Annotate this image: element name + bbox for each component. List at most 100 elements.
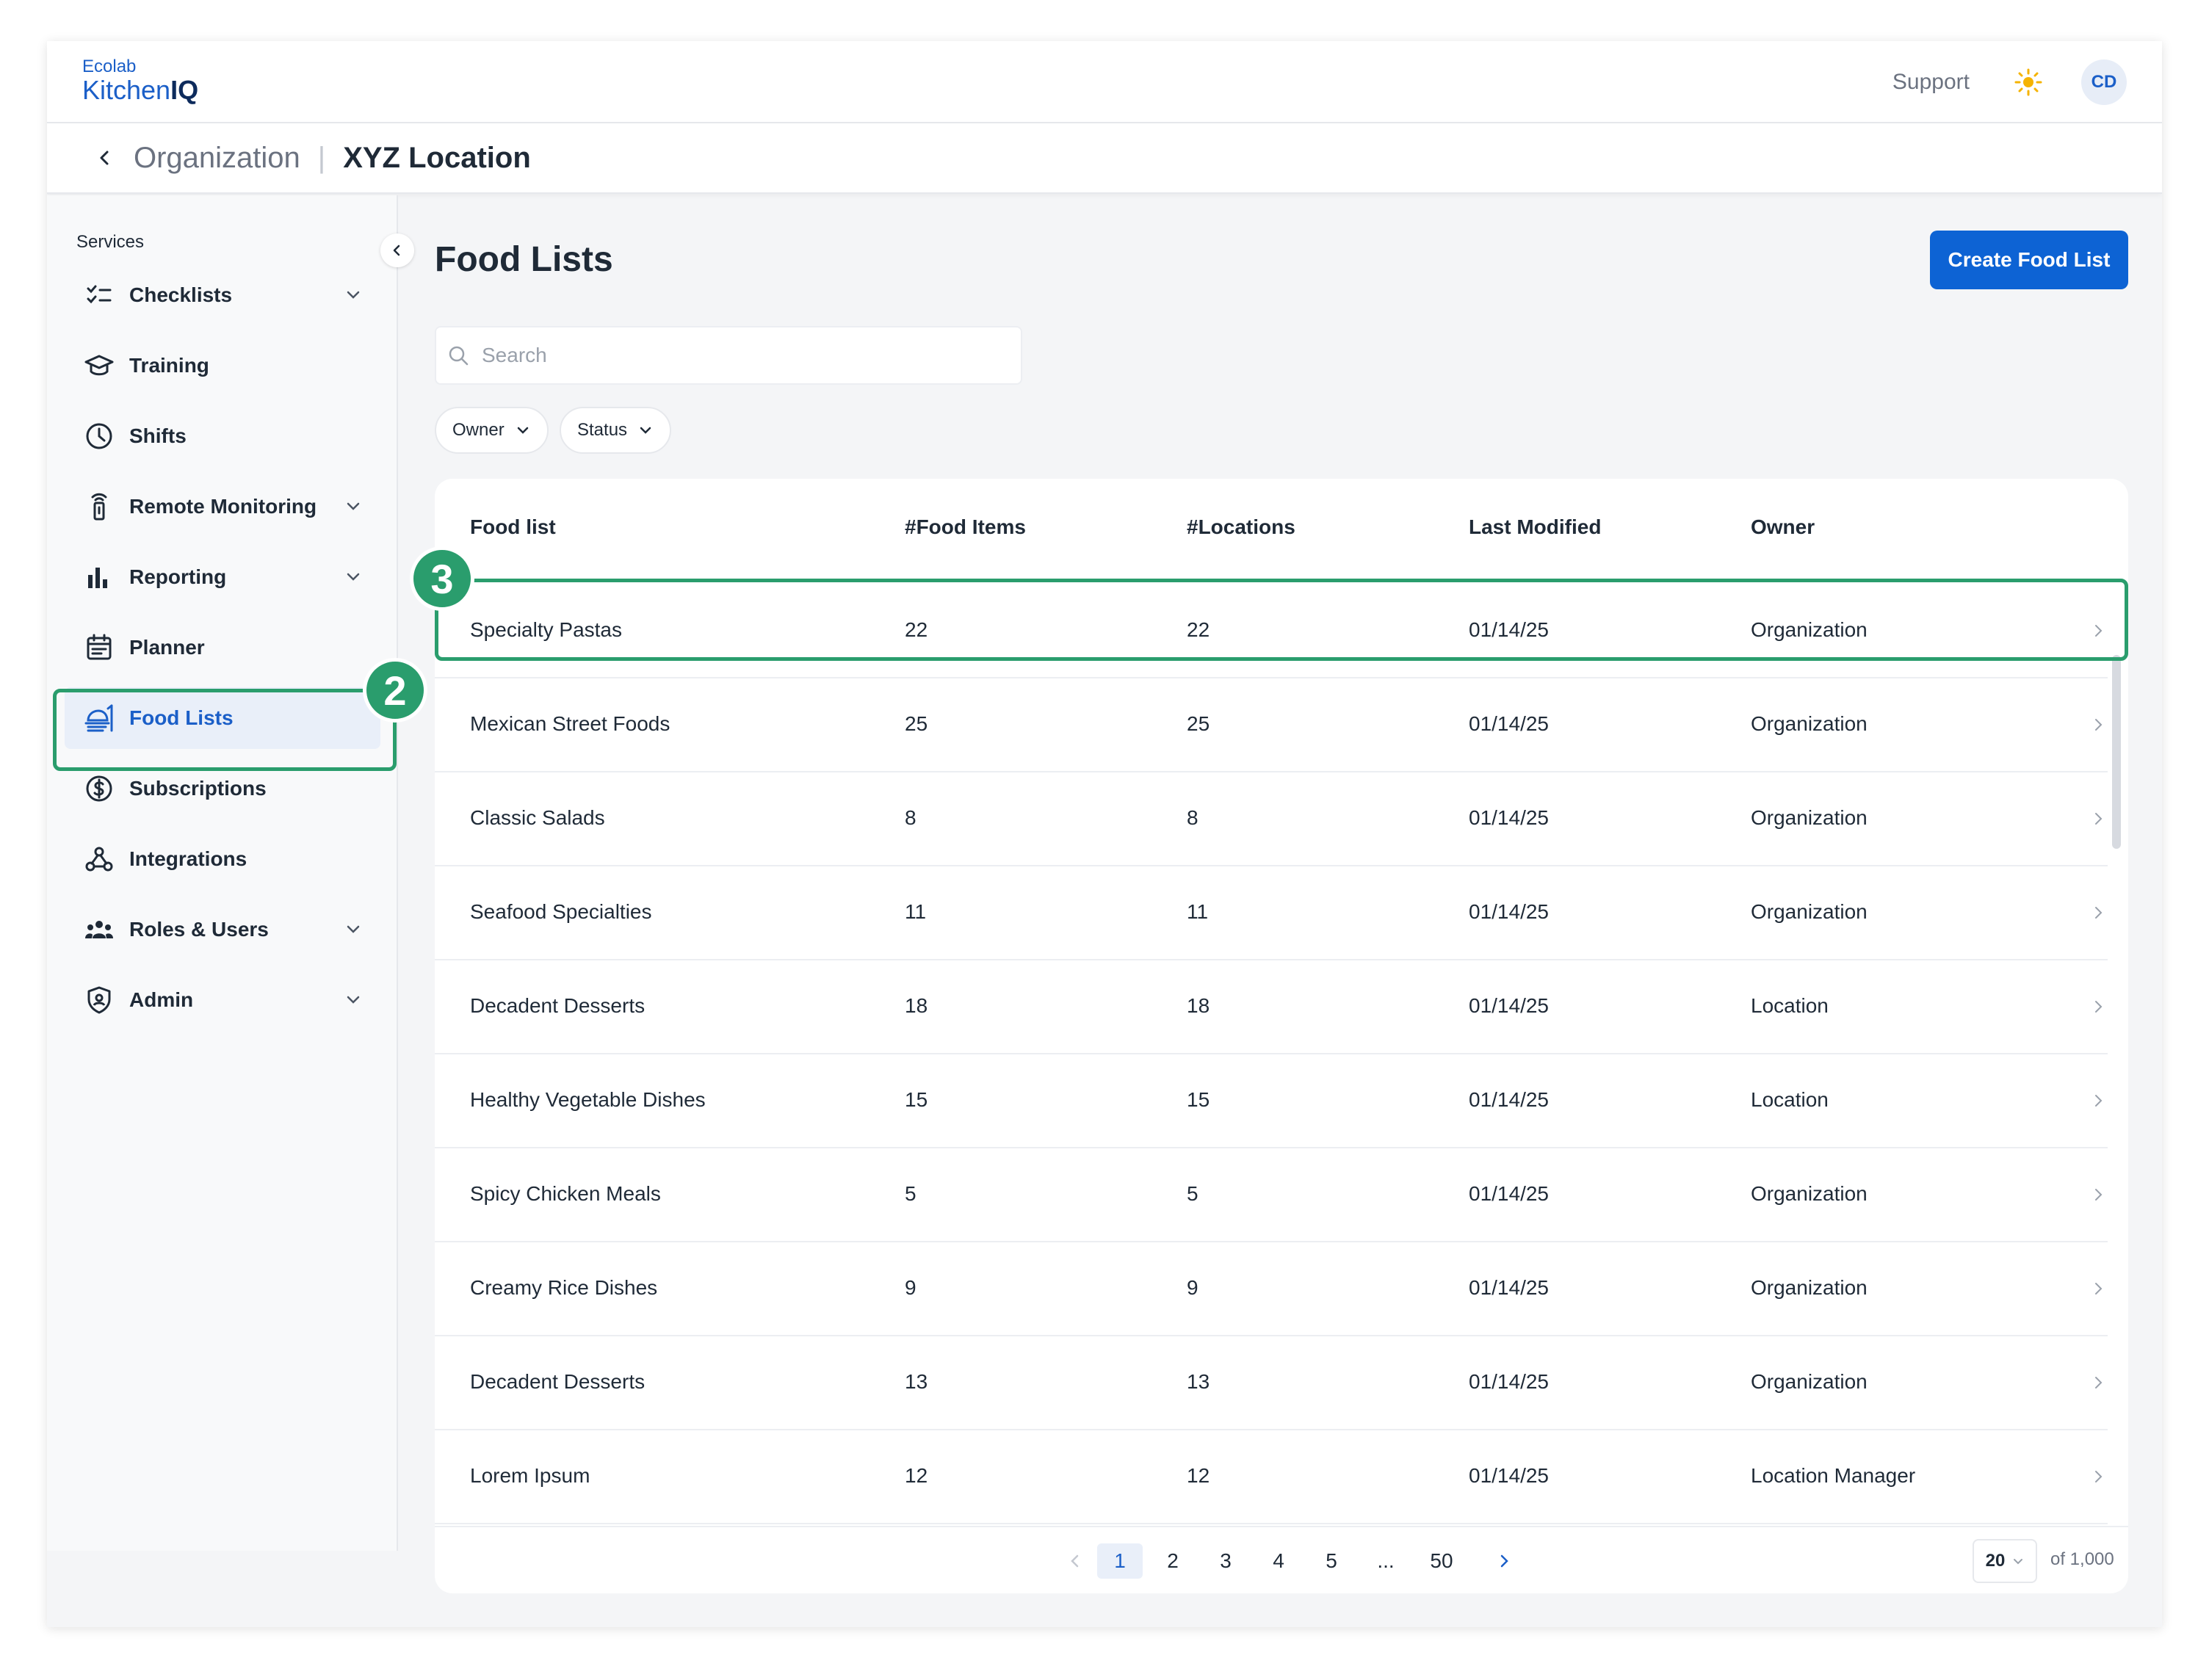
food-list-name-cell: Decadent Desserts <box>470 994 646 1017</box>
food-items-count-cell: 15 <box>905 1088 928 1111</box>
sidebar-item-reporting[interactable]: Reporting <box>65 546 380 608</box>
owner-cell: Organization <box>1751 1370 1868 1393</box>
table-row[interactable]: Seafood Specialties 11 11 01/14/25 Organizat… <box>435 866 2108 960</box>
column-header-last-modified[interactable]: Last Modified <box>1469 515 1601 539</box>
breadcrumb-organization[interactable]: Organization <box>134 142 300 175</box>
page-size-value: 20 <box>1985 1551 2006 1571</box>
food-list-name-cell: Classic Salads <box>470 806 605 829</box>
breadcrumb-location: XYZ Location <box>343 141 531 174</box>
page-number-1[interactable]: 1 <box>1097 1543 1143 1579</box>
page-number-50[interactable]: 50 <box>1419 1543 1464 1579</box>
column-header-owner[interactable]: Owner <box>1751 515 1815 539</box>
chevron-down-icon <box>517 427 528 434</box>
table-row[interactable]: Creamy Rice Dishes 9 9 01/14/25 Organization <box>435 1242 2108 1336</box>
logo-brand: Ecolab <box>82 57 137 76</box>
locations-count-cell: 5 <box>1187 1182 1198 1205</box>
food-items-count-cell: 11 <box>905 900 927 923</box>
sensor-icon <box>91 493 107 521</box>
chevron-right-icon[interactable] <box>2090 1469 2106 1485</box>
column-header-food-list[interactable]: Food list <box>470 515 556 539</box>
collapse-sidebar-button[interactable] <box>380 233 414 267</box>
sidebar-item-label: Shifts <box>129 424 187 447</box>
owner-cell: Organization <box>1751 712 1868 735</box>
food-items-count-cell: 9 <box>905 1276 916 1299</box>
avatar[interactable]: CD <box>2081 59 2127 105</box>
sidebar-item-label: Remote Monitoring <box>129 495 317 518</box>
chevron-left-icon[interactable] <box>94 148 115 168</box>
chevron-down-icon <box>640 427 651 434</box>
table-row[interactable]: Spicy Chicken Meals 5 5 01/14/25 Organizatio… <box>435 1148 2108 1242</box>
chevron-right-icon[interactable] <box>2090 811 2106 827</box>
locations-count-cell: 13 <box>1187 1370 1210 1393</box>
sidebar-item-label: Integrations <box>129 847 247 870</box>
last-modified-cell: 01/14/25 <box>1469 994 1549 1017</box>
sidebar-item-label: Roles & Users <box>129 918 269 941</box>
pagination: 1 2 3 4 5... 50 20 of 1,000 <box>435 1526 2128 1593</box>
sidebar-item-admin[interactable]: Admin <box>65 969 380 1031</box>
chevron-down-icon <box>347 502 360 510</box>
sidebar-item-roles-users[interactable]: Roles & Users <box>65 899 380 960</box>
sidebar: Services Checklists Training Shifts Remo… <box>47 195 414 1551</box>
page-number-3[interactable]: 3 <box>1203 1543 1248 1579</box>
dollar-icon <box>86 775 112 802</box>
sidebar-item-label: Admin <box>129 988 194 1011</box>
table-row[interactable]: Decadent Desserts 13 13 01/14/25 Organizatio… <box>435 1336 2108 1430</box>
column-header-food-items[interactable]: #Food Items <box>905 515 1026 539</box>
table-row[interactable]: Decadent Desserts 18 18 01/14/25 Location <box>435 960 2108 1054</box>
sidebar-item-training[interactable]: Training <box>65 335 380 397</box>
top-header: Ecolab KitchenIQ Support CD <box>47 41 2162 123</box>
page-size-select[interactable]: 20 <box>1973 1539 2037 1583</box>
last-modified-cell: 01/14/25 <box>1469 1276 1549 1299</box>
step-3-badge: 3 <box>410 546 474 611</box>
chevron-down-icon <box>347 291 360 299</box>
chevron-right-icon[interactable] <box>2090 999 2106 1015</box>
page-number-5[interactable]: 5 <box>1309 1543 1354 1579</box>
locations-count-cell: 9 <box>1187 1276 1198 1299</box>
food-items-count-cell: 12 <box>905 1464 928 1487</box>
column-header-locations[interactable]: #Locations <box>1187 515 1295 539</box>
sidebar-item-planner[interactable]: Planner <box>65 617 380 678</box>
sidebar-item-integrations[interactable]: Integrations <box>65 828 380 890</box>
sidebar-section-title: Services <box>76 232 145 252</box>
sun-icon[interactable] <box>2014 68 2043 97</box>
sidebar-item-label: Training <box>129 354 209 377</box>
page-number-2[interactable]: 2 <box>1150 1543 1196 1579</box>
table-row[interactable]: Classic Salads 8 8 01/14/25 Organization <box>435 772 2108 866</box>
chevron-right-icon[interactable] <box>2090 1093 2106 1109</box>
prev-page-icon[interactable] <box>1066 1552 1084 1570</box>
locations-count-cell: 25 <box>1187 712 1210 735</box>
food-items-count-cell: 18 <box>905 994 928 1017</box>
food-items-count-cell: 8 <box>905 806 916 829</box>
search-input[interactable] <box>482 344 996 367</box>
search-box[interactable] <box>435 326 1022 385</box>
chevron-right-icon[interactable] <box>2090 1187 2106 1203</box>
sidebar-item-shifts[interactable]: Shifts <box>65 405 380 467</box>
table-row[interactable]: Mexican Street Foods 25 25 01/14/25 Organiza… <box>435 678 2108 772</box>
breadcrumb-separator: | <box>317 141 326 174</box>
owner-filter[interactable]: Owner <box>435 407 549 454</box>
sidebar-item-remote-monitoring[interactable]: Remote Monitoring <box>65 476 380 537</box>
food-list-name-cell: Lorem Ipsum <box>470 1464 590 1487</box>
chevron-right-icon[interactable] <box>2090 1281 2106 1297</box>
table-scrollbar[interactable] <box>2112 655 2121 849</box>
table-row[interactable]: Healthy Vegetable Dishes 15 15 01/14/25 Loca… <box>435 1054 2108 1148</box>
sidebar-item-label: Checklists <box>129 283 233 306</box>
table-header: Food list #Food Items #Locations Last Mo… <box>435 479 2128 574</box>
create-food-list-button[interactable]: Create Food List <box>1930 231 2128 289</box>
sidebar-item-label: Subscriptions <box>129 777 267 800</box>
sidebar-item-checklists[interactable]: Checklists <box>65 264 380 326</box>
chevron-right-icon[interactable] <box>2090 1375 2106 1391</box>
chevron-right-icon[interactable] <box>2090 717 2106 733</box>
kitcheniq-logo[interactable]: Ecolab KitchenIQ <box>82 57 198 104</box>
food-list-name-cell: Healthy Vegetable Dishes <box>470 1088 706 1111</box>
page-number-4[interactable]: 4 <box>1256 1543 1301 1579</box>
step-3-highlight <box>435 579 2128 661</box>
table-row[interactable]: Lorem Ipsum 12 12 01/14/25 Location Manager <box>435 1430 2108 1524</box>
status-filter[interactable]: Status <box>560 407 672 454</box>
users-icon <box>85 921 113 938</box>
next-page-icon[interactable] <box>1495 1552 1513 1570</box>
chevron-right-icon[interactable] <box>2090 905 2106 921</box>
last-modified-cell: 01/14/25 <box>1469 1464 1549 1487</box>
support-link[interactable]: Support <box>1892 70 1970 95</box>
last-modified-cell: 01/14/25 <box>1469 806 1549 829</box>
